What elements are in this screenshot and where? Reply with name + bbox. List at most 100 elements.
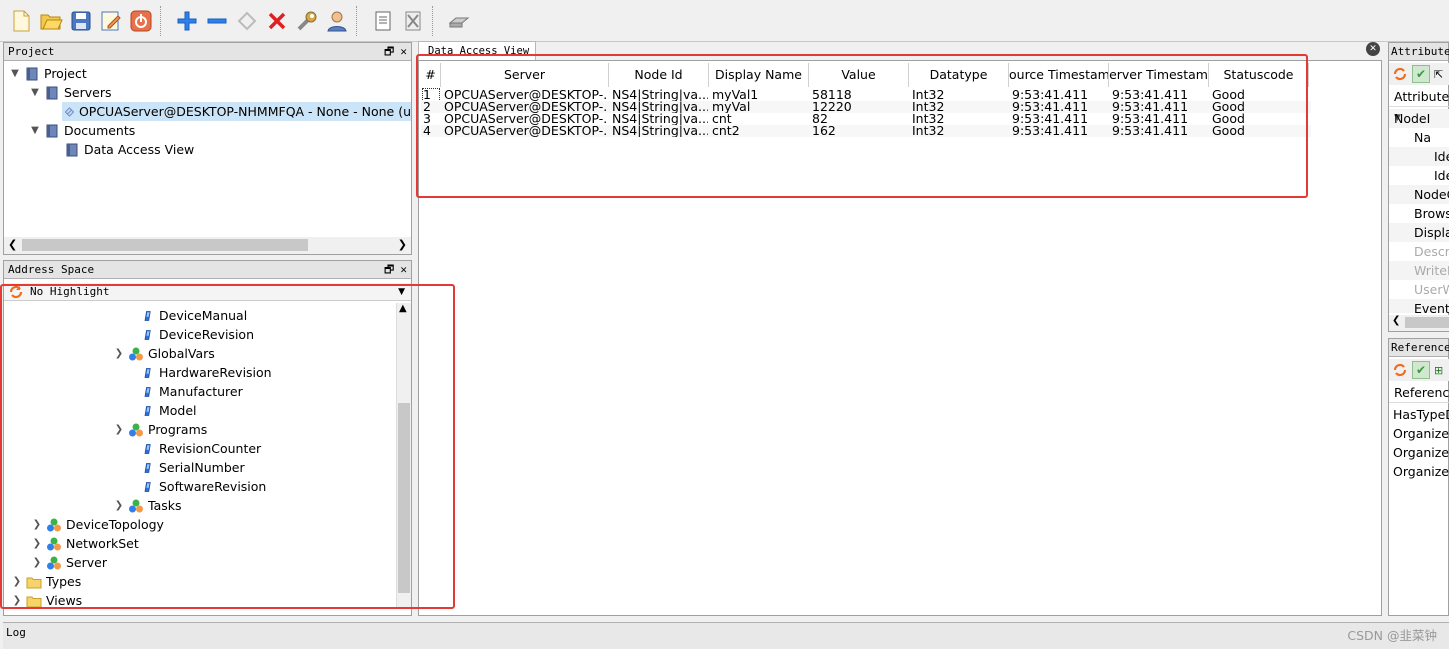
- address-tree-item[interactable]: Manufacturer: [142, 382, 243, 401]
- address-tree-item[interactable]: SoftwareRevision: [142, 477, 266, 496]
- power-icon[interactable]: [126, 6, 156, 36]
- clear-icon[interactable]: [398, 6, 428, 36]
- table-row[interactable]: 2 OPCUAServer@DESKTOP-... NS4|String|va...…: [421, 101, 1311, 113]
- device-icon[interactable]: [444, 6, 474, 36]
- tree-node-data-access-view[interactable]: Data Access View: [62, 140, 194, 159]
- reference-row[interactable]: Organizes: [1393, 443, 1449, 462]
- wrench-icon[interactable]: [292, 6, 322, 36]
- scroll-left-icon[interactable]: ❮: [8, 238, 17, 251]
- column-header[interactable]: Datatype: [909, 63, 1009, 87]
- scroll-thumb[interactable]: [398, 403, 410, 593]
- chevron-down-icon[interactable]: ▼: [8, 64, 22, 83]
- add-icon[interactable]: [172, 6, 202, 36]
- open-icon[interactable]: [36, 6, 66, 36]
- attribute-row[interactable]: Na: [1389, 128, 1449, 147]
- attribute-row[interactable]: Displa: [1389, 223, 1449, 242]
- address-tree-item[interactable]: RevisionCounter: [142, 439, 261, 458]
- refresh-icon[interactable]: [1392, 66, 1408, 82]
- close-icon[interactable]: ✕: [400, 43, 407, 61]
- table-row[interactable]: 1 OPCUAServer@DESKTOP-... NS4|String|va...…: [421, 88, 1311, 102]
- column-header[interactable]: Node Id: [609, 63, 709, 87]
- attribute-row[interactable]: EventN: [1389, 299, 1449, 313]
- save-icon[interactable]: [66, 6, 96, 36]
- tree-node-documents[interactable]: ▼ Documents: [28, 121, 135, 140]
- column-header[interactable]: Server: [441, 63, 609, 87]
- address-tree-item[interactable]: ❯ GlobalVars: [112, 344, 215, 363]
- address-tree-item[interactable]: ❯ Programs: [112, 420, 207, 439]
- address-tree-item[interactable]: SerialNumber: [142, 458, 245, 477]
- refresh-icon[interactable]: [1392, 362, 1408, 378]
- float-icon[interactable]: 🗗: [384, 43, 394, 61]
- chevron-down-icon[interactable]: ▼: [28, 121, 42, 140]
- user-icon[interactable]: [322, 6, 352, 36]
- highlight-filter[interactable]: No Highlight ▼: [4, 283, 411, 301]
- tree-node-servers[interactable]: ▼ Servers: [28, 83, 111, 102]
- horizontal-scrollbar[interactable]: ❮: [1389, 315, 1449, 331]
- scroll-thumb[interactable]: [1405, 317, 1449, 328]
- reference-row[interactable]: Organizes: [1393, 424, 1449, 443]
- refresh-icon[interactable]: [232, 6, 262, 36]
- address-tree-item[interactable]: ❯ NetworkSet: [30, 534, 139, 553]
- chevron-right-icon[interactable]: ❯: [10, 591, 24, 609]
- chevron-down-icon[interactable]: ▼: [28, 83, 42, 102]
- edit-icon[interactable]: [96, 6, 126, 36]
- address-tree-item[interactable]: ❯ DeviceTopology: [30, 515, 164, 534]
- column-header[interactable]: Display Name: [709, 63, 809, 87]
- column-header[interactable]: #: [421, 63, 441, 87]
- chevron-right-icon[interactable]: ❯: [30, 553, 44, 572]
- column-header[interactable]: Value: [809, 63, 909, 87]
- address-tree-item[interactable]: ❯ Server: [30, 553, 107, 572]
- delete-icon[interactable]: [262, 6, 292, 36]
- close-view-icon[interactable]: ✕: [1366, 42, 1380, 56]
- chevron-right-icon[interactable]: ❯: [112, 344, 126, 363]
- cursor-icon[interactable]: ⇱: [1434, 68, 1443, 81]
- remove-icon[interactable]: [202, 6, 232, 36]
- scroll-thumb[interactable]: [22, 239, 308, 251]
- attribute-row[interactable]: WriteN: [1389, 261, 1449, 280]
- table-row[interactable]: 4 OPCUAServer@DESKTOP-... NS4|String|va...…: [421, 125, 1311, 137]
- scroll-right-icon[interactable]: ❯: [398, 238, 407, 251]
- attribute-row[interactable]: Ide: [1389, 147, 1449, 166]
- column-header[interactable]: Statuscode: [1209, 63, 1309, 87]
- chevron-right-icon[interactable]: ❯: [10, 572, 24, 591]
- address-tree-item[interactable]: DeviceManual: [142, 306, 247, 325]
- attribute-row[interactable]: ▼ NodeI: [1389, 109, 1449, 128]
- column-header[interactable]: erver Timestam: [1109, 63, 1209, 87]
- chevron-right-icon[interactable]: ❯: [30, 515, 44, 534]
- check-icon[interactable]: ✔: [1412, 65, 1430, 83]
- horizontal-scrollbar[interactable]: ❮ ❯: [4, 237, 411, 254]
- attribute-row[interactable]: UserW: [1389, 280, 1449, 299]
- reference-row[interactable]: Organizes: [1393, 462, 1449, 481]
- chevron-down-icon[interactable]: ▼: [398, 287, 405, 297]
- hierarchy-icon[interactable]: ⊞: [1434, 364, 1443, 377]
- address-tree-item[interactable]: DeviceRevision: [142, 325, 254, 344]
- chevron-right-icon[interactable]: ❯: [112, 496, 126, 515]
- reference-row[interactable]: HasTypeD: [1393, 405, 1449, 424]
- new-icon[interactable]: [6, 6, 36, 36]
- tree-node-project[interactable]: ▼ Project: [8, 64, 87, 83]
- address-tree-item[interactable]: ❯ Tasks: [112, 496, 182, 515]
- scroll-left-icon[interactable]: ❮: [1392, 315, 1400, 326]
- attribute-row[interactable]: NodeC: [1389, 185, 1449, 204]
- attribute-row[interactable]: Brows: [1389, 204, 1449, 223]
- vertical-scrollbar[interactable]: ▲: [396, 303, 411, 609]
- address-tree-item[interactable]: HardwareRevision: [142, 363, 272, 382]
- data-access-view-tab[interactable]: Data Access View: [418, 41, 536, 61]
- document-icon[interactable]: [368, 6, 398, 36]
- check-icon[interactable]: ✔: [1412, 361, 1430, 379]
- close-icon[interactable]: ✕: [400, 261, 407, 279]
- float-icon[interactable]: 🗗: [384, 261, 394, 279]
- tree-node-server-connection[interactable]: OPCUAServer@DESKTOP-NHMMFQA - None - Non…: [62, 102, 411, 121]
- attributes-title-label: Attributes: [1391, 45, 1449, 58]
- address-tree-item[interactable]: ❯ Views: [10, 591, 82, 609]
- chevron-right-icon[interactable]: ❯: [112, 420, 126, 439]
- address-tree-item[interactable]: ❯ Types: [10, 572, 81, 591]
- address-tree-item[interactable]: Model: [142, 401, 197, 420]
- table-row[interactable]: 3 OPCUAServer@DESKTOP-... NS4|String|va...…: [421, 113, 1311, 125]
- attribute-row[interactable]: Descri: [1389, 242, 1449, 261]
- refresh-icon[interactable]: [8, 284, 24, 300]
- column-header[interactable]: ource Timestam: [1009, 63, 1109, 87]
- chevron-right-icon[interactable]: ❯: [30, 534, 44, 553]
- attribute-row[interactable]: Ide: [1389, 166, 1449, 185]
- scroll-up-icon[interactable]: ▲: [399, 303, 407, 314]
